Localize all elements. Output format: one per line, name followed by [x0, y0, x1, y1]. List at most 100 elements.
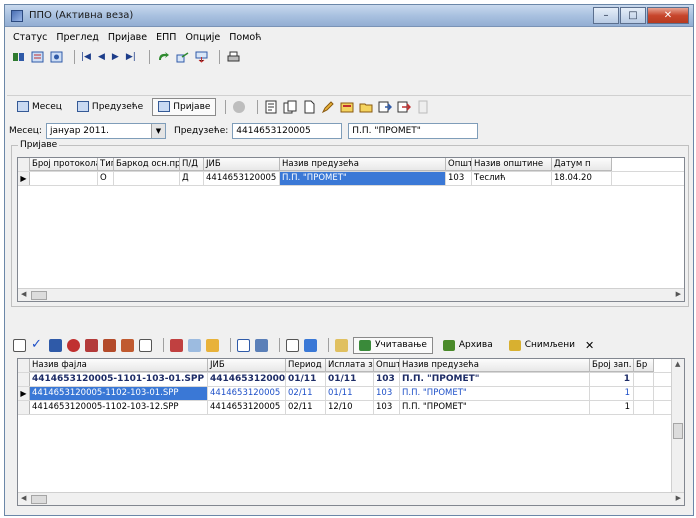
col-period[interactable]: Период	[286, 359, 326, 372]
col-file-company[interactable]: Назив предузећа	[400, 359, 590, 372]
refresh-icon[interactable]	[156, 50, 171, 64]
document-icon[interactable]	[302, 100, 316, 114]
col-record-count[interactable]: Број зап.	[590, 359, 634, 372]
table-row[interactable]: ▶ О Д 4414653120005 П.П. "ПРОМЕТ" 103 Те…	[18, 172, 684, 186]
report-view-icon[interactable]	[255, 338, 268, 352]
table-row[interactable]: 4414653120005-1102-103-12.SPP 4414653120…	[18, 401, 684, 415]
company-id-field[interactable]: 4414653120005	[232, 123, 343, 139]
scroll-thumb[interactable]	[31, 291, 47, 300]
tab-loading[interactable]: Учитавање	[353, 336, 433, 354]
reports-stack-icon[interactable]	[340, 100, 354, 114]
reports-grid[interactable]: Број протокола Тип Баркод осн.пр. П/Д ЈИ…	[17, 157, 685, 302]
col-municipality[interactable]: Назив општине	[472, 158, 552, 171]
col-municipality-code[interactable]: Општ	[446, 158, 472, 171]
validate-icon[interactable]	[49, 338, 62, 352]
menu-epp[interactable]: ЕПП	[156, 32, 176, 43]
scroll-right-icon[interactable]: ▶	[676, 290, 681, 298]
scroll-up-icon[interactable]: ▲	[675, 360, 680, 368]
report-copy-icon[interactable]	[283, 100, 297, 114]
delete-file-icon[interactable]	[85, 338, 98, 352]
edit-file-icon[interactable]	[206, 338, 219, 352]
tree-icon[interactable]	[13, 338, 26, 352]
menu-status[interactable]: Статус	[13, 32, 47, 43]
col-filename[interactable]: Назив фајла	[30, 359, 208, 372]
selected-cell[interactable]: 4414653120005-1102-103-01.SPP	[30, 387, 208, 400]
tab-saved[interactable]: Снимљени	[503, 337, 581, 354]
row-indicator-icon: ▶	[18, 387, 30, 400]
next-record-icon[interactable]: ▶	[112, 52, 119, 62]
scroll-left-icon[interactable]: ◀	[21, 290, 26, 298]
table-row[interactable]: 4414653120005-1101-103-01.SPP 4414653120…	[18, 373, 684, 387]
file-icon[interactable]	[139, 338, 152, 352]
send-all-icon[interactable]	[397, 100, 412, 114]
company-name-field[interactable]: П.П. "ПРОМЕТ"	[348, 123, 479, 139]
close-button[interactable]: ✕	[647, 7, 689, 24]
col-type[interactable]: Тип	[98, 158, 114, 171]
col-extra[interactable]: Бр	[634, 359, 654, 372]
vertical-scrollbar[interactable]: ▲	[671, 359, 684, 493]
chevron-down-icon[interactable]: ▼	[150, 124, 165, 138]
files-grid[interactable]: Назив фајла ЈИБ Период Исплата за Општ Н…	[17, 358, 685, 506]
main-toolbar: |◀ ◀ ▶ ▶|	[7, 47, 691, 67]
move-file-icon[interactable]	[121, 338, 134, 352]
calc-icon[interactable]	[286, 338, 299, 352]
tab-company[interactable]: Предузеће	[71, 98, 149, 116]
menu-options[interactable]: Опције	[185, 32, 220, 43]
tab-month[interactable]: Месец	[11, 98, 68, 116]
last-record-icon[interactable]: ▶|	[126, 52, 136, 62]
view-tabbar: Месец Предузеће Пријаве	[7, 95, 691, 117]
import-file-icon[interactable]	[170, 338, 183, 352]
prev-record-icon[interactable]: ◀	[98, 52, 105, 62]
horizontal-scrollbar[interactable]: ◀ ▶	[18, 288, 684, 301]
print-icon[interactable]	[226, 50, 241, 64]
selected-cell[interactable]: П.П. "ПРОМЕТ"	[280, 172, 446, 185]
col-pd[interactable]: П/Д	[180, 158, 204, 171]
minimize-button[interactable]: –	[593, 7, 619, 24]
month-select[interactable]: јануар 2011. ▼	[45, 123, 166, 139]
import-icon[interactable]	[194, 50, 209, 64]
export-icon[interactable]	[175, 50, 190, 64]
table-row[interactable]: ▶ 4414653120005-1102-103-01.SPP 44146531…	[18, 387, 684, 401]
maximize-button[interactable]: □	[620, 7, 646, 24]
file-info-icon[interactable]	[188, 338, 201, 352]
table-view-icon[interactable]	[304, 338, 317, 352]
database-alt-icon[interactable]	[49, 50, 64, 64]
col-jib[interactable]: ЈИБ	[204, 158, 280, 171]
delete-files-icon[interactable]	[103, 338, 116, 352]
menu-reports[interactable]: Пријаве	[108, 32, 147, 43]
menu-view[interactable]: Преглед	[56, 32, 99, 43]
report-new-icon[interactable]	[264, 100, 278, 114]
calendar-icon	[17, 101, 29, 112]
record-icon[interactable]	[232, 100, 246, 114]
horizontal-scrollbar[interactable]: ◀ ▶	[18, 492, 684, 505]
tab-reports[interactable]: Пријаве	[152, 97, 217, 116]
company-icon	[76, 101, 89, 112]
database-icon[interactable]	[30, 50, 45, 64]
scroll-right-icon[interactable]: ▶	[676, 494, 681, 502]
error-icon[interactable]	[67, 338, 80, 352]
menu-help[interactable]: Помоћ	[229, 32, 261, 43]
col-file-municipality[interactable]: Општ	[374, 359, 400, 372]
connect-icon[interactable]	[11, 50, 26, 64]
edit-icon[interactable]	[321, 100, 335, 114]
col-date[interactable]: Датум п	[552, 158, 612, 171]
scroll-left-icon[interactable]: ◀	[21, 494, 26, 502]
scroll-thumb[interactable]	[673, 423, 683, 439]
send-icon[interactable]	[378, 100, 393, 114]
first-record-icon[interactable]: |◀	[81, 52, 91, 62]
col-payment-for[interactable]: Исплата за	[326, 359, 374, 372]
check-icon[interactable]: ✓	[31, 338, 44, 352]
tab-archive[interactable]: Архива	[437, 337, 499, 354]
col-company[interactable]: Назив предузећа	[280, 158, 446, 171]
close-panel-icon[interactable]: ✕	[585, 339, 594, 352]
load-icon[interactable]	[335, 338, 348, 352]
scroll-thumb[interactable]	[31, 495, 47, 504]
title-bar[interactable]: ППО (Активна веза) – □ ✕	[5, 5, 693, 27]
report-file-icon[interactable]	[237, 338, 250, 352]
open-icon[interactable]	[359, 100, 373, 114]
disabled-report-icon	[416, 100, 430, 114]
company-label: Предузеће:	[173, 126, 229, 136]
col-protocol[interactable]: Број протокола	[30, 158, 98, 171]
col-barcode[interactable]: Баркод осн.пр.	[114, 158, 180, 171]
col-file-jib[interactable]: ЈИБ	[208, 359, 286, 372]
